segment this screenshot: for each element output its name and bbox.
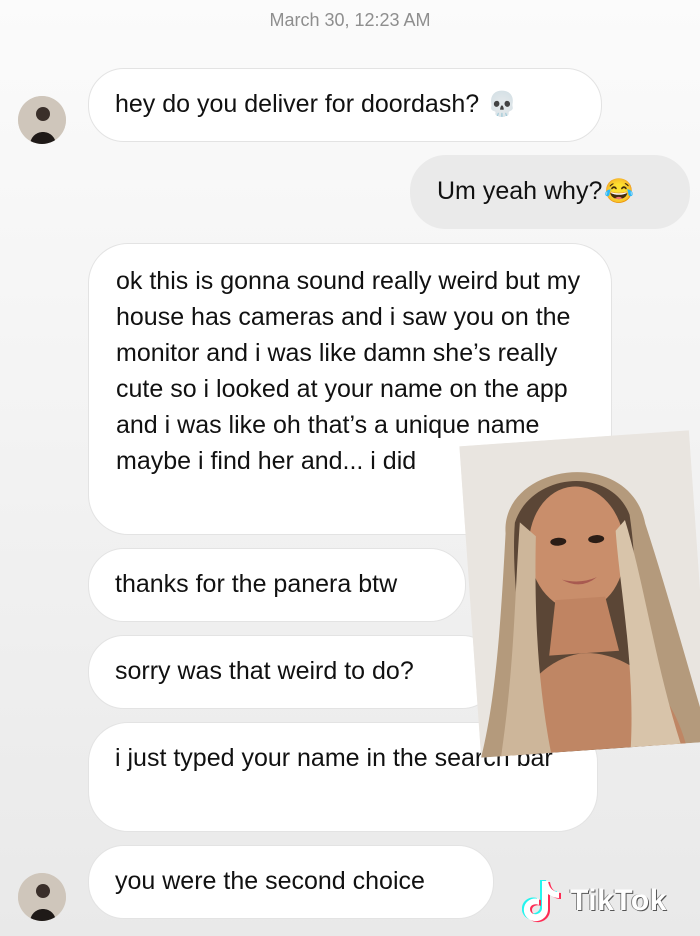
sender-avatar[interactable] bbox=[18, 96, 66, 144]
incoming-message[interactable]: thanks for the panera btw bbox=[88, 548, 466, 622]
tiktok-wordmark: TikTok bbox=[570, 884, 667, 917]
message-text: hey do you deliver for doordash? bbox=[115, 90, 480, 118]
person-photo bbox=[459, 430, 700, 758]
message-text: you were the second choice bbox=[115, 867, 425, 895]
message-text: thanks for the panera btw bbox=[115, 570, 398, 598]
tiktok-logo-icon bbox=[522, 880, 561, 923]
facecam-overlay bbox=[459, 430, 700, 758]
skull-emoji: 💀 bbox=[487, 91, 518, 118]
outgoing-message[interactable]: Um yeah why?😂 bbox=[410, 155, 690, 229]
incoming-message[interactable]: hey do you deliver for doordash? 💀 bbox=[88, 68, 602, 142]
message-text: sorry was that weird to do? bbox=[115, 657, 414, 685]
message-timestamp: March 30, 12:23 AM bbox=[269, 10, 431, 30]
tiktok-watermark: TikTok bbox=[522, 876, 667, 926]
incoming-message[interactable]: sorry was that weird to do? bbox=[88, 635, 498, 709]
laughing-emoji: 😂 bbox=[604, 178, 635, 205]
sender-avatar[interactable] bbox=[18, 873, 66, 921]
incoming-message[interactable]: you were the second choice bbox=[88, 845, 494, 919]
person-icon bbox=[18, 873, 66, 921]
person-icon bbox=[18, 96, 66, 144]
message-text: Um yeah why? bbox=[437, 177, 603, 205]
